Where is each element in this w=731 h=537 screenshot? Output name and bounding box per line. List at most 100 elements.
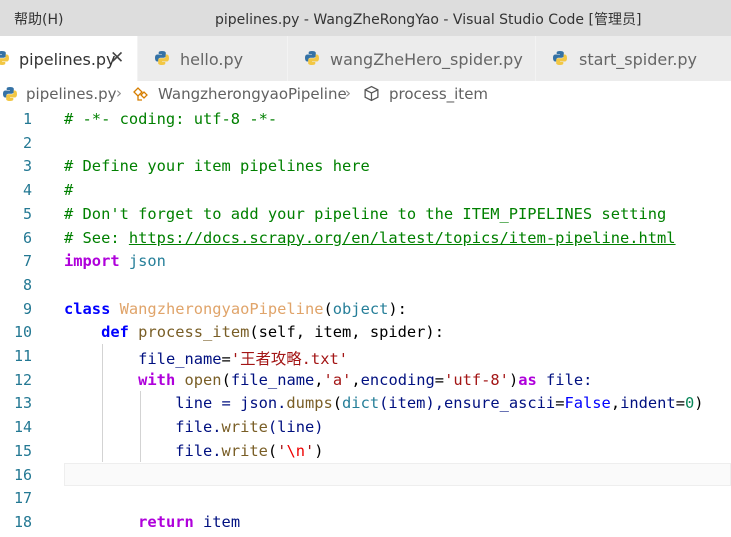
line-number: 3 (22, 157, 32, 176)
python-file-icon (155, 51, 169, 65)
code-editor[interactable]: 1 # -*- coding: utf-8 -*- 2 3 # Define y… (0, 107, 731, 537)
method-symbol-icon (364, 85, 379, 102)
function-name: write (221, 418, 268, 437)
menu-help[interactable]: 帮助(H) (14, 9, 63, 29)
comment: # Define your item pipelines here (64, 157, 370, 176)
code-line: 2 (0, 131, 731, 155)
base-class: object (332, 299, 389, 318)
line-number: 17 (13, 489, 32, 508)
comment: # See: (64, 228, 129, 247)
class-name: WangzherongyaoPipeline (119, 299, 324, 318)
function-name: process_item (138, 323, 250, 342)
line-number: 1 (22, 110, 32, 128)
tab-start-spider-py[interactable]: start_spider.py (536, 36, 731, 81)
function-name: dumps (286, 394, 333, 413)
line-number: 4 (22, 181, 32, 200)
function-name: write (221, 441, 268, 460)
operator: = (434, 370, 445, 389)
line-number: 10 (13, 323, 32, 342)
code-line: 4 # (0, 178, 731, 202)
code-line: 11 file_name='王者攻略.txt' (0, 344, 731, 368)
line-number: 5 (22, 204, 32, 223)
close-icon[interactable]: ✕ (110, 48, 124, 68)
parameter: ensure_ascii (443, 394, 556, 413)
escape-sequence: \n (286, 441, 305, 460)
punctuation: , (610, 394, 621, 413)
operator: = (221, 350, 231, 368)
punctuation: ( (267, 441, 278, 460)
comment: # Don't forget to add your pipeline to t… (64, 204, 667, 223)
code-text: line = json. (175, 394, 287, 413)
line-number: 12 (13, 370, 32, 389)
line-number: 15 (13, 441, 32, 460)
parameter: encoding (360, 370, 435, 389)
string: '王者攻略.txt' (230, 350, 348, 368)
tab-label: pipelines.py (19, 50, 116, 69)
line-number: 18 (13, 512, 32, 531)
punctuation: , (351, 370, 361, 389)
punctuation: ): (388, 299, 407, 318)
line-number: 2 (22, 133, 32, 152)
breadcrumb: pipelines.py › WangzherongyaoPipeline › … (0, 81, 731, 107)
docs-link[interactable]: https://docs.scrapy.org/en/latest/topics… (129, 229, 676, 247)
number: 0 (684, 394, 695, 413)
punctuation: ) (694, 394, 704, 413)
tab-hello-py[interactable]: hello.py (138, 36, 288, 81)
punctuation: ( (332, 394, 343, 413)
code-line: 7 import json (0, 249, 731, 273)
code-line: 13 line = json.dumps(dict(item),ensure_a… (0, 391, 731, 415)
keyword: as (518, 370, 537, 389)
code-text: file. (175, 441, 222, 460)
code-line: 5 # Don't forget to add your pipeline to… (0, 202, 731, 226)
class-symbol-icon (133, 87, 148, 101)
code-line: 16 (0, 463, 731, 487)
parameters: (self, item, spider): (249, 323, 444, 342)
python-file-icon (0, 51, 9, 65)
code-line: 18 return item (0, 510, 731, 534)
editor-tab-bar: pipelines.py ✕ hello.py wangZheHero_spid… (0, 36, 731, 81)
code-line: 15 file.write('\n') (0, 439, 731, 463)
punctuation: ( (221, 370, 231, 389)
line-number: 14 (13, 418, 32, 437)
code-text: (line) (267, 418, 324, 437)
operator: = (675, 394, 685, 413)
breadcrumb-file[interactable]: pipelines.py (26, 85, 117, 103)
line-number: 16 (13, 465, 32, 484)
tab-label: hello.py (180, 50, 244, 69)
code-line: 14 file.write(line) (0, 415, 731, 439)
constant: False (564, 394, 611, 413)
punctuation: ) (314, 441, 324, 460)
tab-pipelines-py[interactable]: pipelines.py ✕ (0, 36, 138, 81)
string: 'utf-8' (444, 370, 509, 389)
punctuation: , (314, 370, 324, 389)
code-line: 10 def process_item(self, item, spider): (0, 320, 731, 344)
code-line: 9 class WangzherongyaoPipeline(object): (0, 297, 731, 321)
punctuation: ) (508, 370, 519, 389)
title-bar: 帮助(H) pipelines.py - WangZheRongYao - Vi… (0, 0, 731, 36)
keyword: with (138, 370, 176, 389)
parameter: indent (620, 394, 676, 413)
keyword: import (64, 252, 120, 271)
punctuation: ( (323, 299, 333, 318)
breadcrumb-method[interactable]: process_item (389, 85, 488, 103)
breadcrumb-class[interactable]: WangzherongyaoPipeline (158, 85, 347, 103)
variable: file: (536, 370, 593, 389)
line-number: 9 (22, 299, 32, 318)
python-file-icon (553, 51, 567, 65)
module-name: json (119, 252, 166, 271)
breadcrumb-separator: › (345, 84, 351, 102)
line-number: 7 (22, 252, 32, 271)
python-file-icon (305, 51, 319, 65)
code-line: 3 # Define your item pipelines here (0, 154, 731, 178)
string: 'a' (323, 370, 352, 389)
tab-wangzhehero-spider-py[interactable]: wangZheHero_spider.py (288, 36, 536, 81)
breadcrumb-separator: › (116, 84, 122, 102)
tab-label: wangZheHero_spider.py (330, 50, 523, 69)
line-number: 6 (22, 228, 32, 247)
line-number: 8 (22, 275, 32, 294)
keyword: class (64, 299, 111, 318)
function-name: open (184, 370, 222, 389)
line-number: 11 (13, 347, 32, 365)
tab-label: start_spider.py (579, 50, 698, 69)
comment: # (64, 181, 74, 200)
